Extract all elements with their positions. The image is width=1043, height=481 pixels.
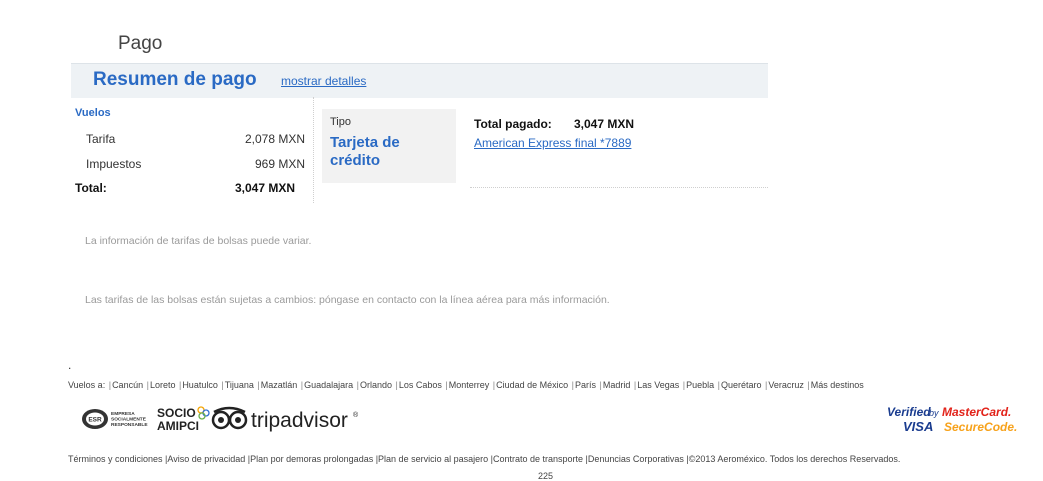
separator: | — [108, 380, 112, 390]
amipci-logo-top: SOCIO — [157, 406, 196, 420]
esr-logo-line-2: SOCIALMENTE — [111, 417, 147, 423]
esr-logo-mark: ESR — [88, 417, 102, 424]
destination-link[interactable]: Madrid — [603, 380, 631, 390]
payment-type-value: Tarjeta de crédito — [330, 134, 400, 169]
separator: | — [298, 380, 304, 390]
total-label: Total: — [75, 181, 107, 195]
dot-text: . — [68, 358, 72, 372]
amipci-logo: SOCIO AMIPCI — [156, 404, 212, 434]
separator: | — [254, 380, 260, 390]
legal-link[interactable]: Aviso de privacidad — [167, 454, 245, 464]
separator: | — [442, 380, 448, 390]
taxes-label: Impuestos — [86, 157, 142, 171]
payment-type-label: Tipo — [330, 116, 351, 128]
verified-by-text: Verified — [887, 405, 931, 419]
destination-link[interactable]: Loreto — [150, 380, 176, 390]
destination-link[interactable]: París — [575, 380, 596, 390]
destinations-footer: Vuelos a: |Cancún |Loreto |Huatulco |Tij… — [68, 380, 864, 390]
esr-logo-line-3: RESPONSABLE — [111, 422, 148, 428]
verified-by-visa-mastercard-logo: Verified by VISA MasterCard. SecureCode. — [884, 402, 1020, 436]
separator: | — [715, 380, 720, 390]
destination-link[interactable]: Mazatlán — [261, 380, 298, 390]
baggage-disclaimer: Las tarifas de las bolsas están sujetas … — [85, 294, 610, 306]
destination-link[interactable]: Veracruz — [768, 380, 804, 390]
separator: | — [144, 380, 149, 390]
destination-link[interactable]: Cancún — [112, 380, 143, 390]
esr-logo: ESR EMPRESA SOCIALMENTE RESPONSABLE — [80, 407, 156, 431]
total-value: 3,047 MXN — [234, 181, 295, 195]
securecode-text: SecureCode. — [944, 420, 1017, 434]
separator: | — [597, 380, 602, 390]
payment-summary-title: Resumen de pago — [93, 69, 257, 90]
amipci-logo-bottom: AMIPCI — [157, 419, 199, 433]
page-title: Pago — [118, 33, 163, 54]
separator: | — [354, 380, 359, 390]
tripadvisor-wordmark: tripadvisor — [251, 409, 348, 432]
destination-link[interactable]: Huatulco — [182, 380, 218, 390]
destination-link[interactable]: Monterrey — [449, 380, 490, 390]
mastercard-text: MasterCard. — [942, 405, 1011, 419]
esr-logo-line-1: EMPRESA — [111, 411, 135, 417]
separator: | — [176, 380, 182, 390]
taxes-value: 969 MXN — [254, 157, 305, 171]
tripadvisor-logo: tripadvisor ® — [211, 404, 361, 434]
payment-summary-header: Resumen de pago mostrar detalles — [71, 63, 768, 98]
card-details-link[interactable]: American Express final *7889 — [474, 136, 631, 150]
total-paid-value: 3,047 MXN — [574, 117, 635, 131]
payment-type-box: Tipo Tarjeta de crédito — [322, 109, 456, 183]
fare-label: Tarifa — [86, 132, 116, 146]
destination-link[interactable]: Ciudad de México — [496, 380, 568, 390]
show-details-link[interactable]: mostrar detalles — [281, 74, 366, 88]
destination-link[interactable]: Orlando — [360, 380, 392, 390]
cut-off-text: 225 — [538, 471, 554, 481]
destination-link[interactable]: Guadalajara — [304, 380, 353, 390]
separator: | — [804, 380, 810, 390]
legal-footer: Términos y condiciones |Aviso de privaci… — [68, 454, 900, 464]
destination-link[interactable]: Los Cabos — [399, 380, 442, 390]
separator: | — [569, 380, 574, 390]
legal-link[interactable]: Contrato de transporte — [493, 454, 583, 464]
legal-link[interactable]: Términos y condiciones — [68, 454, 163, 464]
destination-link[interactable]: Más destinos — [811, 380, 864, 390]
by-text: by — [929, 408, 939, 418]
destination-link[interactable]: Querétaro — [721, 380, 762, 390]
baggage-note: La información de tarifas de bolsas pued… — [85, 235, 312, 247]
visa-text: VISA — [903, 419, 933, 434]
separator: | — [680, 380, 686, 390]
separator: | — [631, 380, 637, 390]
total-paid-label: Total pagado: — [474, 117, 552, 131]
copyright-text: ©2013 Aeroméxico. Todos los derechos Res… — [688, 454, 901, 464]
destination-link[interactable]: Tijuana — [225, 380, 254, 390]
legal-link[interactable]: Plan de servicio al pasajero — [378, 454, 488, 464]
destination-link[interactable]: Las Vegas — [637, 380, 679, 390]
legal-link[interactable]: Denuncias Corporativas — [588, 454, 684, 464]
flights-title: Vuelos — [75, 107, 111, 119]
legal-link[interactable]: Plan por demoras prolongadas — [250, 454, 373, 464]
separator: | — [762, 380, 768, 390]
destinations-label: Vuelos a: — [68, 380, 106, 390]
destination-link[interactable]: Puebla — [686, 380, 714, 390]
flights-breakdown: Vuelos Tarifa 2,078 MXN Impuestos 969 MX… — [71, 97, 314, 203]
separator: | — [490, 380, 496, 390]
separator: | — [393, 380, 398, 390]
fare-value: 2,078 MXN — [244, 132, 305, 146]
divider — [470, 187, 768, 188]
tripadvisor-mark: ® — [353, 411, 359, 419]
separator: | — [218, 380, 224, 390]
